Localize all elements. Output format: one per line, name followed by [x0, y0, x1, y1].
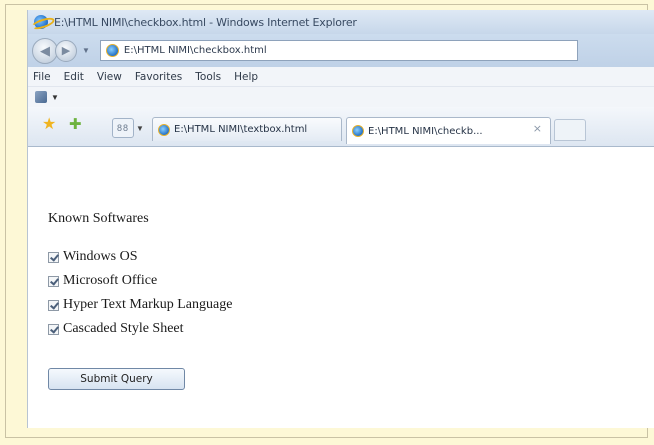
menu-view[interactable]: View — [97, 71, 122, 83]
tab-label: E:\HTML NIMI\textbox.html — [174, 124, 308, 135]
checkbox-css[interactable] — [48, 323, 59, 335]
recent-pages-dropdown[interactable]: ▼ — [82, 46, 90, 55]
checkbox-label: Microsoft Office — [63, 273, 158, 288]
browser-window: E:\HTML NIMI\checkbox.html - Windows Int… — [27, 10, 654, 428]
new-tab-button[interactable] — [554, 119, 586, 141]
command-bar: ▼ — [28, 87, 654, 107]
checkbox-microsoft-office[interactable] — [48, 275, 59, 287]
feeds-icon[interactable] — [35, 91, 47, 103]
menu-favorites[interactable]: Favorites — [135, 71, 182, 83]
tab-checkbox-active[interactable]: E:\HTML NIMI\checkb... × — [346, 117, 551, 144]
checkbox-html[interactable] — [48, 299, 59, 311]
address-bar: ◀ ▶ ▼ E:\HTML NIMI\checkbox.html — [28, 34, 654, 67]
menu-edit[interactable]: Edit — [64, 71, 84, 83]
menu-bar: File Edit View Favorites Tools Help — [28, 67, 654, 87]
checkbox-label: Hyper Text Markup Language — [63, 297, 233, 312]
menu-tools[interactable]: Tools — [195, 71, 221, 83]
tab-page-icon — [352, 125, 364, 137]
tab-bar: ★ ✚ 88 ▼ E:\HTML NIMI\textbox.html E:\HT… — [28, 107, 654, 147]
page-icon — [105, 44, 119, 57]
checkbox-row[interactable]: Cascaded Style Sheet — [48, 320, 184, 338]
title-bar: E:\HTML NIMI\checkbox.html - Windows Int… — [28, 10, 654, 34]
add-favorites-icon[interactable]: ✚ — [69, 117, 82, 132]
favorites-star-icon[interactable]: ★ — [42, 117, 56, 133]
checkbox-row[interactable]: Windows OS — [48, 248, 138, 266]
tab-textbox[interactable]: E:\HTML NIMI\textbox.html — [152, 117, 342, 141]
close-tab-icon[interactable]: × — [533, 122, 542, 135]
checkbox-label: Cascaded Style Sheet — [63, 321, 184, 336]
url-field[interactable]: E:\HTML NIMI\checkbox.html — [99, 40, 578, 61]
page-content: Known Softwares Windows OS Microsoft Off… — [28, 147, 654, 428]
checkbox-row[interactable]: Hyper Text Markup Language — [48, 296, 232, 314]
menu-help[interactable]: Help — [234, 71, 258, 83]
page-heading: Known Softwares — [48, 211, 149, 226]
forward-button[interactable]: ▶ — [55, 39, 77, 62]
window-title: E:\HTML NIMI\checkbox.html - Windows Int… — [54, 15, 357, 29]
feeds-dropdown[interactable]: ▼ — [51, 93, 59, 102]
tab-list-dropdown[interactable]: ▼ — [136, 118, 146, 138]
checkbox-row[interactable]: Microsoft Office — [48, 272, 157, 290]
tab-label: E:\HTML NIMI\checkb... — [368, 125, 483, 137]
submit-query-button[interactable]: Submit Query — [48, 368, 185, 390]
quick-tabs-button[interactable]: 88 — [112, 118, 134, 138]
ie-logo-icon — [34, 15, 48, 29]
tab-page-icon — [158, 123, 170, 136]
checkbox-label: Windows OS — [63, 249, 138, 264]
checkbox-windows-os[interactable] — [48, 251, 59, 263]
menu-file[interactable]: File — [33, 71, 51, 83]
url-text: E:\HTML NIMI\checkbox.html — [123, 45, 267, 56]
